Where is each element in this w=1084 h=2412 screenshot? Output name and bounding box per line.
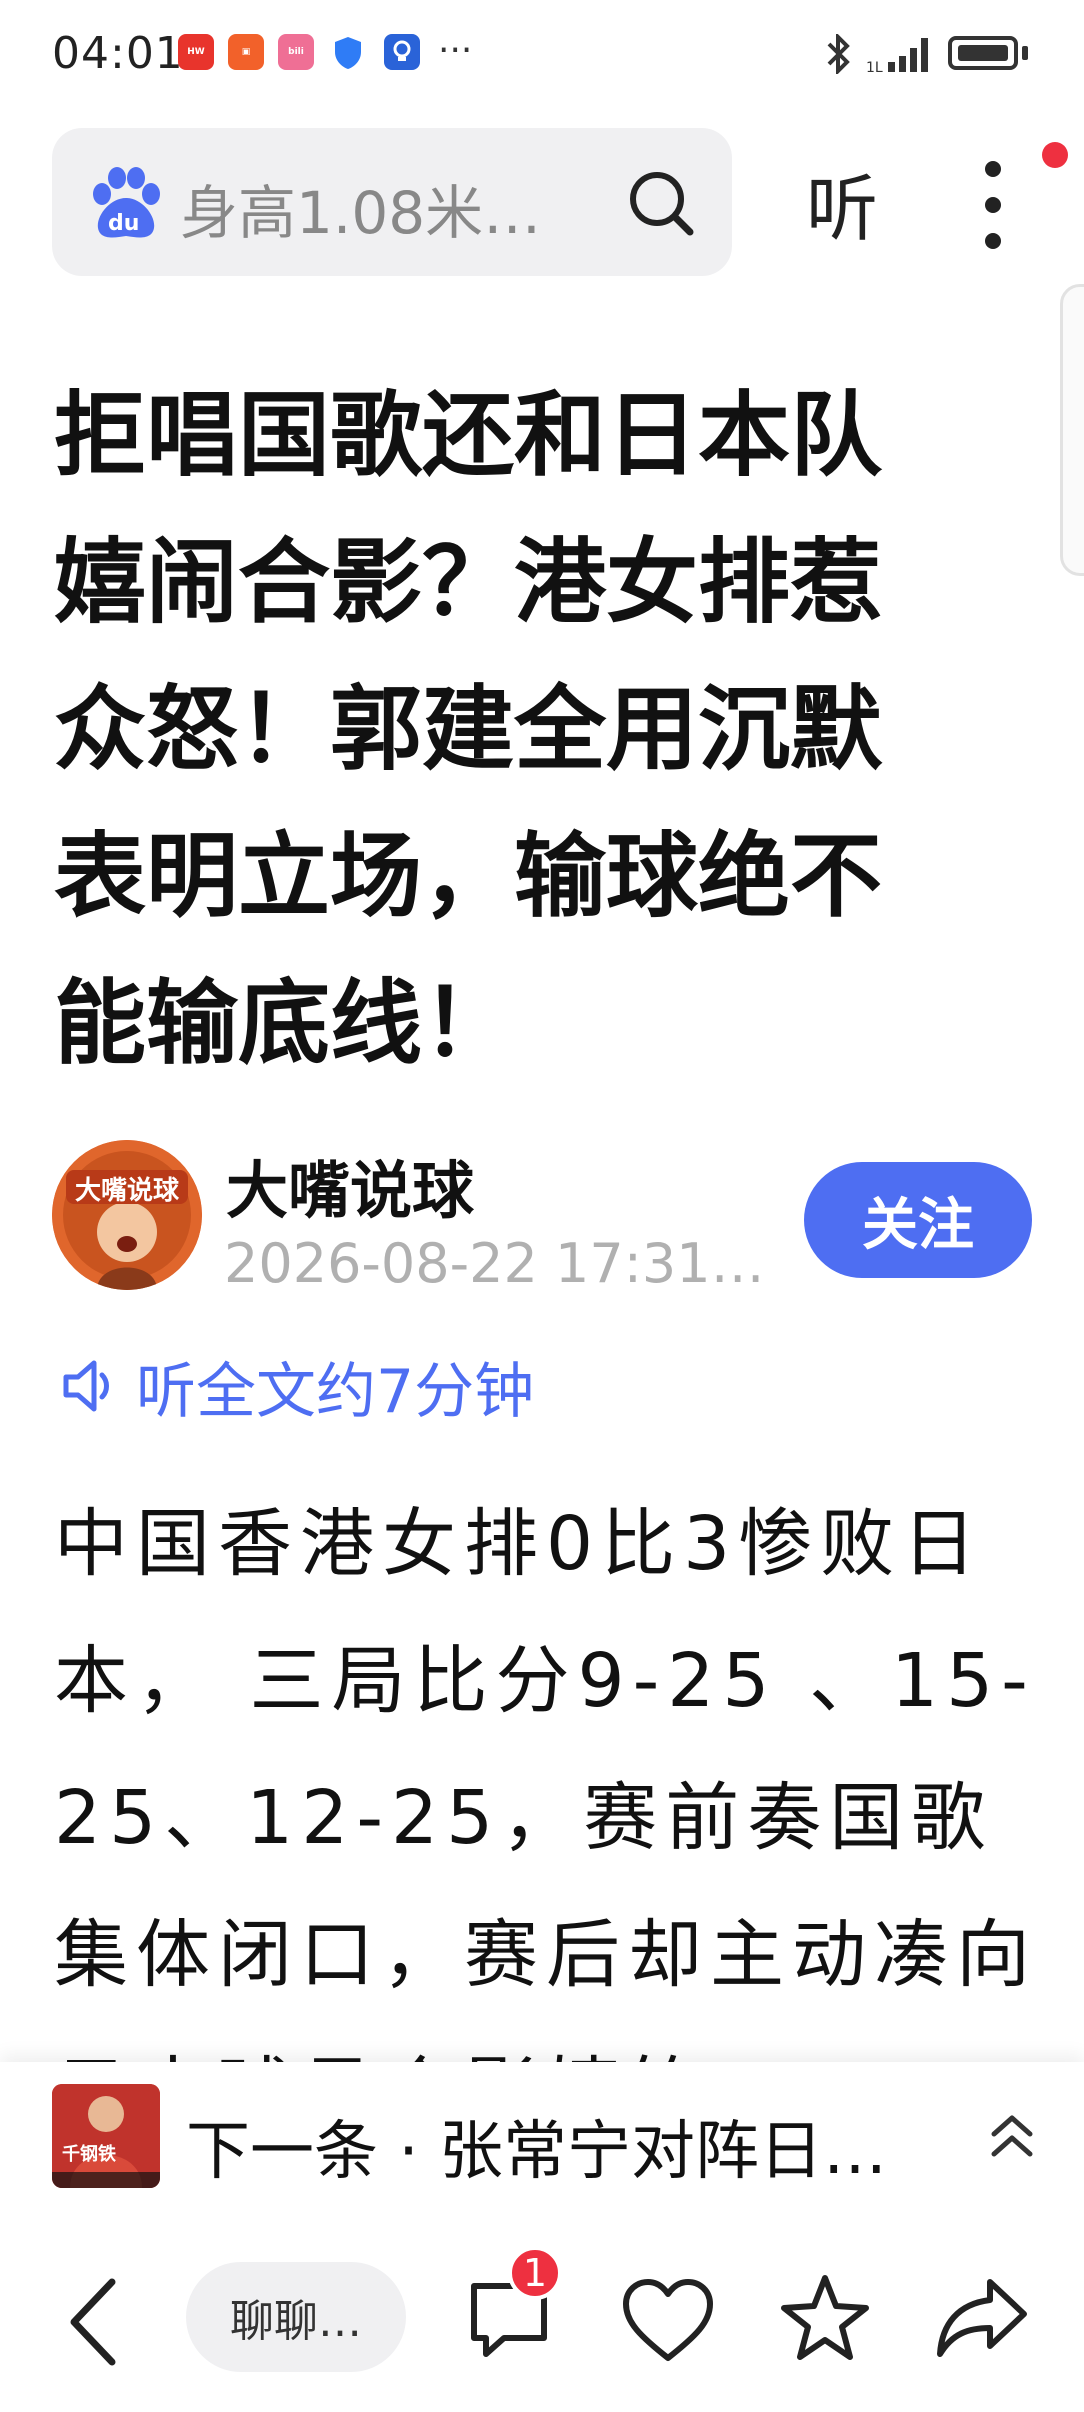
follow-button[interactable]: 关注: [804, 1162, 1032, 1278]
speaker-icon: [63, 1360, 109, 1412]
listen-full-article-link[interactable]: 听全文约7分钟: [60, 1346, 534, 1427]
next-article-thumbnail: 千钢铁: [52, 2084, 160, 2188]
search-icon[interactable]: [626, 168, 696, 238]
search-input[interactable]: 身高1.08米…: [180, 166, 541, 250]
author-avatar[interactable]: 大嘴说球: [52, 1140, 202, 1290]
avatar-text: 大嘴说球: [74, 1176, 179, 1206]
bilibili-icon: bili: [278, 34, 314, 70]
next-article-title[interactable]: 下一条 · 张常宁对阵日…: [186, 2100, 887, 2192]
listen-full-article-label: 听全文约7分钟: [136, 1356, 535, 1427]
more-notifications-icon: ···: [438, 30, 473, 71]
expand-up-icon[interactable]: [982, 2106, 1042, 2166]
baidu-paw-icon: du: [86, 164, 166, 244]
comment-count-badge: 1: [508, 2246, 562, 2300]
publish-date: 2026-08-22 17:31…: [224, 1232, 765, 1295]
more-options-icon[interactable]: [978, 155, 1008, 255]
bottom-toolbar: 聊聊… 1: [0, 2212, 1084, 2412]
status-bar: 04:01 HW ▣ bili ··· 1L: [0, 0, 1084, 100]
svg-text:du: du: [108, 211, 139, 236]
svg-text:1L: 1L: [866, 60, 883, 74]
favorite-star-icon[interactable]: [778, 2272, 872, 2366]
like-heart-icon[interactable]: [620, 2276, 716, 2366]
back-icon[interactable]: [60, 2272, 130, 2372]
search-box[interactable]: du 身高1.08米…: [52, 128, 732, 276]
app-orange-icon: ▣: [228, 34, 264, 70]
battery-tip: [1022, 46, 1028, 60]
bluetooth-icon: [826, 32, 852, 84]
battery-icon: [948, 36, 1018, 70]
bulb-icon: [384, 34, 420, 70]
shield-icon: [334, 36, 362, 74]
comment-input[interactable]: 聊聊…: [186, 2262, 406, 2372]
signal-icon: 1L: [866, 34, 936, 78]
status-time: 04:01: [52, 28, 184, 79]
listen-button[interactable]: 听: [806, 150, 878, 255]
notification-dot: [1042, 142, 1068, 168]
side-panel-handle[interactable]: [1060, 284, 1084, 576]
author-name[interactable]: 大嘴说球: [226, 1140, 474, 1230]
next-article-bar[interactable]: 千钢铁 下一条 · 张常宁对阵日…: [0, 2062, 1084, 2212]
share-icon[interactable]: [934, 2274, 1030, 2364]
article-title: 拒唱国歌还和日本队嬉闹合影？港女排惹众怒！郭建全用沉默表明立场，输球绝不能输底线…: [54, 382, 883, 1077]
thumbnail-text: 千钢铁: [62, 2144, 116, 2165]
huawei-icon: HW: [178, 34, 214, 70]
article-body: 中国香港女排0比3惨败日本， 三局比分9-25 、15-25、12-25，赛前奏…: [54, 1501, 1038, 2076]
